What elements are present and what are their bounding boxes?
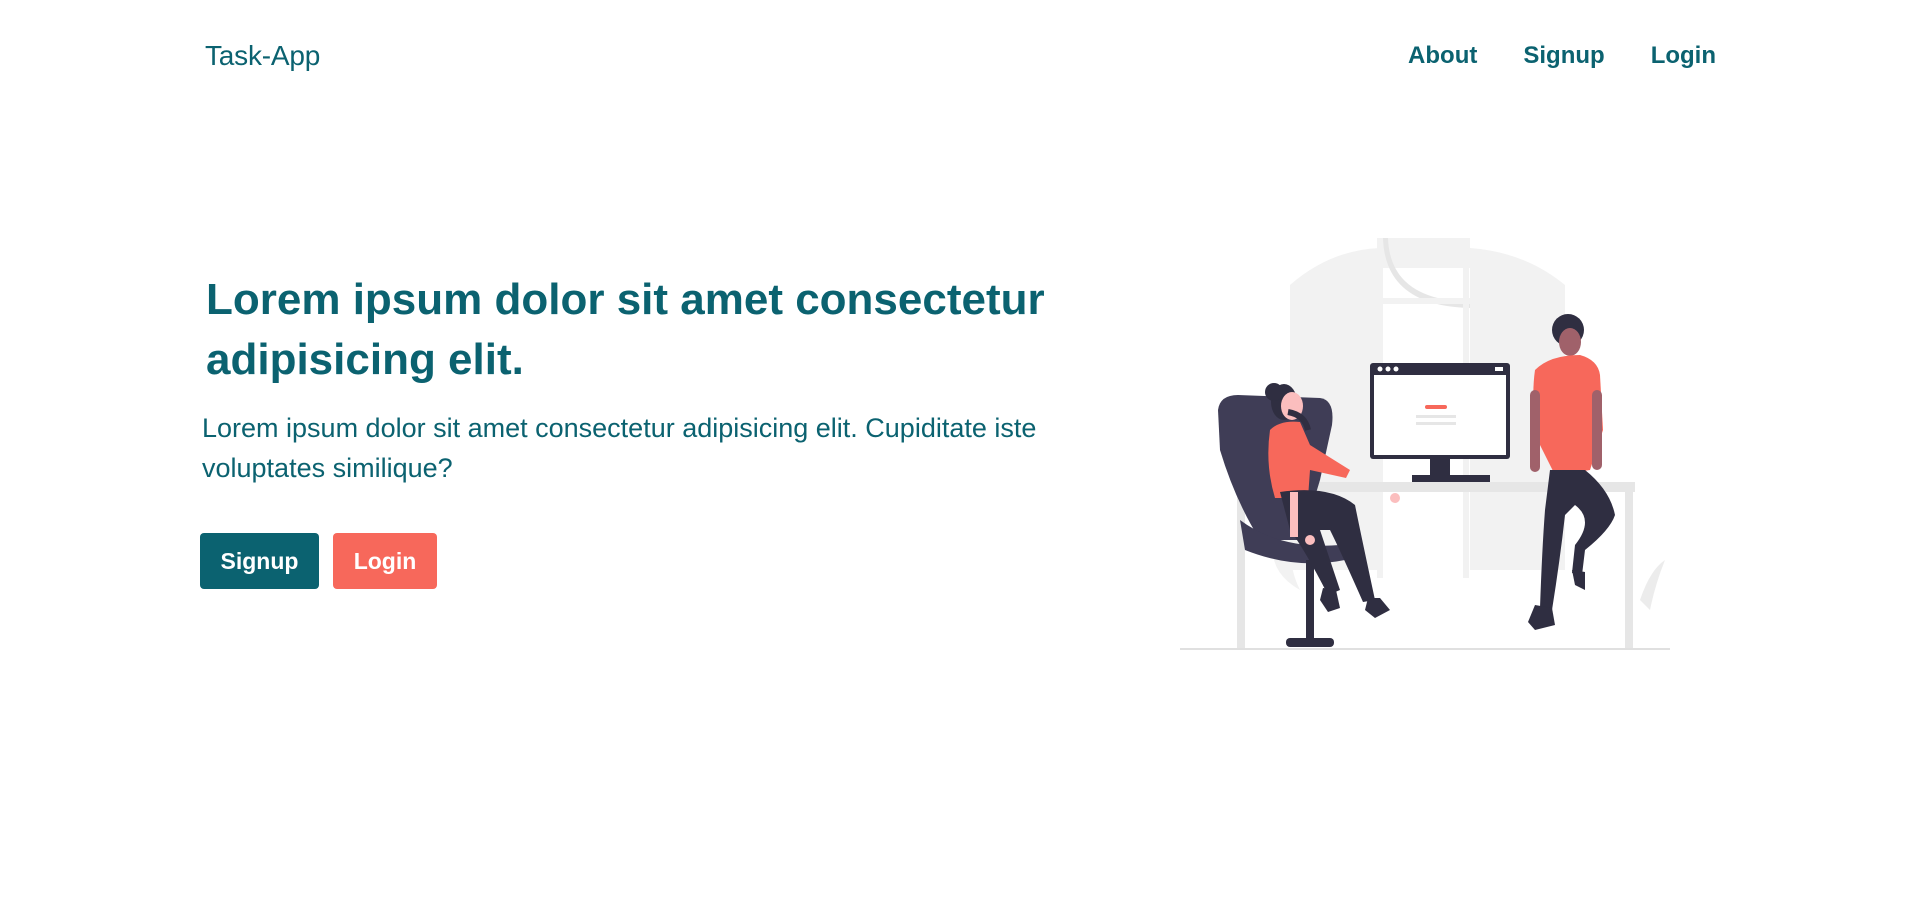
nav-link-login[interactable]: Login	[1651, 42, 1716, 70]
hero-section: Lorem ipsum dolor sit amet consectetur a…	[200, 270, 1100, 589]
navbar: Task-App About Signup Login	[0, 0, 1920, 118]
nav-link-about[interactable]: About	[1408, 42, 1477, 70]
nav-link-signup[interactable]: Signup	[1523, 42, 1604, 70]
login-button[interactable]: Login	[333, 533, 437, 589]
people-at-desk-illustration	[1180, 238, 1670, 650]
nav-links: About Signup Login	[1408, 42, 1716, 70]
signup-button[interactable]: Signup	[200, 533, 319, 589]
hero-subtitle: Lorem ipsum dolor sit amet consectetur a…	[202, 413, 1037, 483]
floor-line	[1180, 648, 1670, 650]
hero-buttons: Signup Login	[200, 533, 437, 589]
brand-logo[interactable]: Task-App	[205, 40, 320, 72]
hero-title: Lorem ipsum dolor sit amet consectetur a…	[206, 275, 1045, 384]
